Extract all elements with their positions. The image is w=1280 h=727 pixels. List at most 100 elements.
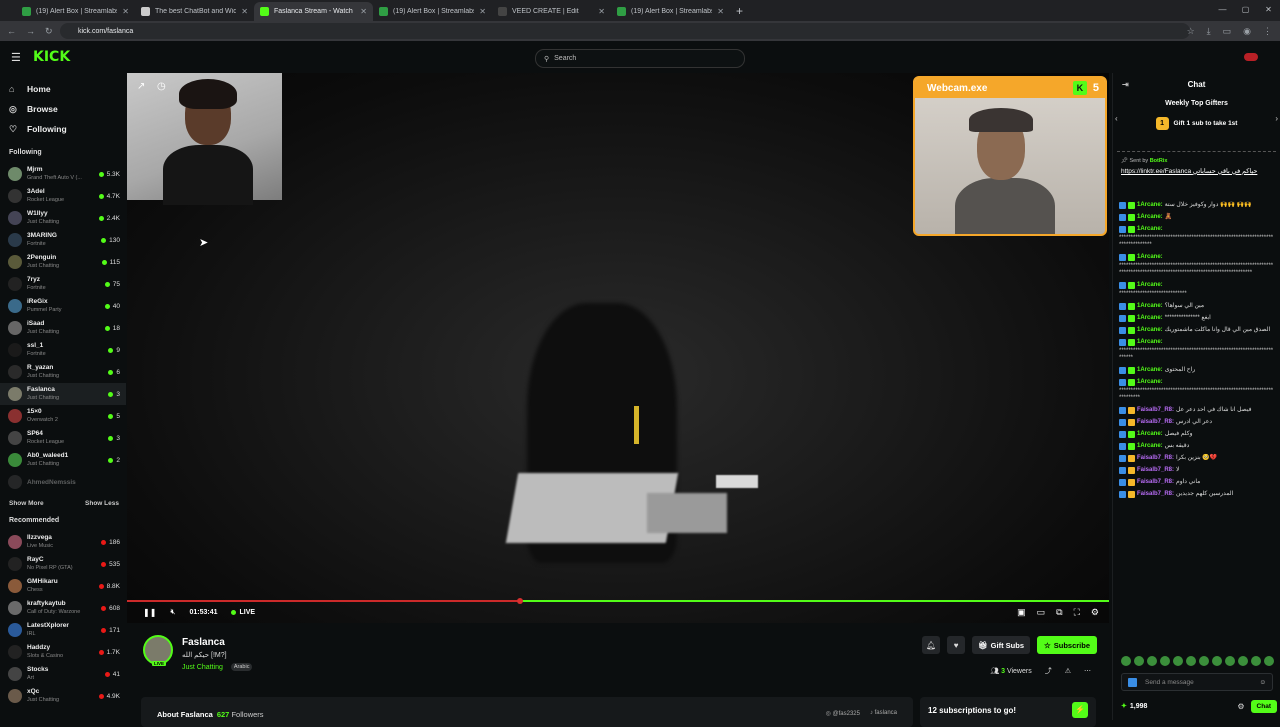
clip-icon[interactable]: ▭ [1037, 607, 1046, 618]
channel-item[interactable]: Haddzy Slots & Casino 1.7K [0, 641, 126, 663]
browser-tab[interactable]: (19) Alert Box | Streamlabs ✕ [373, 2, 492, 21]
channel-item[interactable]: ssl_1 Fortnite 9 [0, 339, 126, 361]
channel-item[interactable]: Mjrm Grand Theft Auto V (... 5.3K [0, 163, 126, 185]
chat-username[interactable]: Faisalb7_R8: [1137, 466, 1174, 474]
emote-icon[interactable] [1212, 656, 1222, 666]
tab-close-icon[interactable]: ✕ [122, 7, 129, 16]
channel-item[interactable]: xQc Just Chatting 4.9K [0, 685, 126, 707]
seek-bar[interactable] [127, 598, 1109, 604]
chat-username[interactable]: 1Arcane: [1137, 338, 1163, 346]
pinned-link[interactable]: https://linktr.ee/Faslanca حياكم في باقي… [1121, 167, 1272, 175]
streamer-name[interactable]: Faslanca [182, 637, 225, 648]
gift-cta[interactable]: 1 Gift 1 sub to take 1st [1113, 117, 1280, 130]
chat-username[interactable]: 1Arcane: [1137, 213, 1163, 221]
browser-tab[interactable]: (19) Alert Box | Streamlabs ✕ [611, 2, 730, 21]
tab-close-icon[interactable]: ✕ [598, 7, 605, 16]
minimize-icon[interactable]: — [1211, 0, 1234, 21]
menu-dots-icon[interactable]: ⋮ [1263, 26, 1272, 37]
video-player[interactable]: ↗ ◷ Webcam.exe K 5 ➤ [127, 73, 1109, 623]
chat-username[interactable]: Faisalb7_R8: [1137, 406, 1174, 414]
chat-username[interactable]: 1Arcane: [1137, 326, 1163, 334]
chat-username[interactable]: Faisalb7_R8: [1137, 454, 1174, 462]
emoji-icon[interactable]: ☺ [1259, 679, 1266, 686]
tab-close-icon[interactable]: ✕ [717, 7, 724, 16]
pause-icon[interactable]: ❚❚ [143, 608, 156, 617]
tab-close-icon[interactable]: ✕ [479, 7, 486, 16]
chat-message-input[interactable]: Send a message ☺ [1121, 673, 1273, 691]
kick-logo[interactable]: KICK [33, 49, 70, 65]
channel-item[interactable]: 7ryz Fortnite 75 [0, 273, 126, 295]
channel-item[interactable]: iSaad Just Chatting 18 [0, 317, 126, 339]
mute-icon[interactable]: 🔇︎ [170, 607, 175, 617]
emote-icon[interactable] [1251, 656, 1261, 666]
channel-item[interactable]: iReGix Pummel Party 40 [0, 295, 126, 317]
gifters-prev-icon[interactable]: ‹ [1115, 114, 1118, 123]
chat-username[interactable]: 1Arcane: [1137, 442, 1163, 450]
chat-username[interactable]: 1Arcane: [1137, 253, 1163, 261]
emote-icon[interactable] [1186, 656, 1196, 666]
hamburger-menu-icon[interactable]: ☰ [11, 51, 21, 64]
url-field[interactable]: kick.com/faslanca [60, 23, 1190, 39]
channel-item[interactable]: LatestXplorer IRL 171 [0, 619, 126, 641]
emote-icon[interactable] [1121, 656, 1131, 666]
chat-username[interactable]: Faisalb7_R8: [1137, 490, 1174, 498]
channel-item[interactable]: kraftykaytub Call of Duty: Warzone 608 [0, 597, 126, 619]
channel-item[interactable]: SP64 Rocket League 3 [0, 427, 126, 449]
browser-tab[interactable]: The best ChatBot and Widgets ✕ [135, 2, 254, 21]
gift-subs-button[interactable]: 🎁︎ Gift Subs [972, 636, 1030, 654]
channel-item[interactable]: Stocks Art 41 [0, 663, 126, 685]
chat-username[interactable]: 1Arcane: [1137, 302, 1163, 310]
browser-tab[interactable]: (19) Alert Box | Streamlabs ✕ [16, 2, 135, 21]
profile-icon[interactable]: ◉ [1243, 26, 1251, 37]
channel-item[interactable]: W1llyy Just Chatting 2.4K [0, 207, 126, 229]
channel-item[interactable]: 15×0 Overwatch 2 5 [0, 405, 126, 427]
chat-username[interactable]: 1Arcane: [1137, 225, 1163, 233]
close-window-icon[interactable]: ✕ [1257, 0, 1280, 21]
chat-username[interactable]: 1Arcane: [1137, 314, 1163, 322]
tab-close-icon[interactable]: ✕ [241, 7, 248, 16]
nav-browse[interactable]: ◎ Browse [0, 99, 126, 119]
follow-heart-button[interactable]: ♥ [947, 636, 966, 654]
bookmark-star-icon[interactable]: ☆ [1187, 26, 1195, 37]
chat-username[interactable]: 1Arcane: [1137, 366, 1163, 374]
notification-bell-button[interactable]: 🔔︎ [922, 636, 941, 654]
collapse-chat-icon[interactable]: ⇥ [1122, 80, 1129, 89]
channel-item[interactable]: RayC No Pixel RP (GTA) 535 [0, 553, 126, 575]
emote-icon[interactable] [1134, 656, 1144, 666]
chat-username[interactable]: Faisalb7_R8: [1137, 418, 1174, 426]
share-arrow-icon[interactable]: ↗ [137, 81, 145, 92]
share-icon[interactable]: ⤴ [1045, 666, 1052, 676]
back-icon[interactable]: ← [7, 26, 16, 37]
clock-icon[interactable]: ◷ [157, 81, 166, 92]
emote-icon[interactable] [1160, 656, 1170, 666]
tab-close-icon[interactable]: ✕ [360, 7, 367, 16]
emote-icon[interactable] [1173, 656, 1183, 666]
channel-item[interactable]: Ab0_waleed1 Just Chatting 2 [0, 449, 126, 471]
forward-icon[interactable]: → [26, 26, 35, 37]
chat-username[interactable]: 1Arcane: [1137, 281, 1163, 289]
chat-settings-icon[interactable]: ⚙ [1237, 702, 1244, 711]
new-tab-button[interactable]: + [730, 2, 749, 21]
seek-handle[interactable] [516, 598, 523, 604]
report-icon[interactable]: ⚠ [1065, 667, 1071, 675]
channel-points[interactable]: ✦ 1,998 [1121, 702, 1147, 711]
channel-item[interactable]: AhmedNemssis [0, 471, 126, 493]
browser-tab[interactable]: VEED CREATE | Edit ✕ [492, 2, 611, 21]
stream-category[interactable]: Just Chatting [182, 664, 223, 671]
language-tag[interactable]: Arabic [230, 663, 253, 671]
channel-item[interactable]: Ilzzvega Live Music 186 [0, 531, 126, 553]
nav-home[interactable]: ⌂ Home [0, 79, 126, 99]
search-input[interactable]: ⚲ Search [535, 49, 745, 68]
chat-username[interactable]: 1Arcane: [1137, 378, 1163, 386]
maximize-icon[interactable]: ▢ [1234, 0, 1257, 21]
reload-icon[interactable]: ↻ [45, 26, 53, 37]
emote-icon[interactable] [1238, 656, 1248, 666]
channel-item[interactable]: R_yazan Just Chatting 6 [0, 361, 126, 383]
gifters-next-icon[interactable]: › [1275, 114, 1278, 123]
nav-following[interactable]: ♡ Following [0, 119, 126, 139]
chat-username[interactable]: 1Arcane: [1137, 430, 1163, 438]
chat-username[interactable]: Faisalb7_R8: [1137, 478, 1174, 486]
channel-item[interactable]: Faslanca Just Chatting 3 [0, 383, 126, 405]
show-less-button[interactable]: Show Less [85, 500, 119, 507]
emote-icon[interactable] [1199, 656, 1209, 666]
